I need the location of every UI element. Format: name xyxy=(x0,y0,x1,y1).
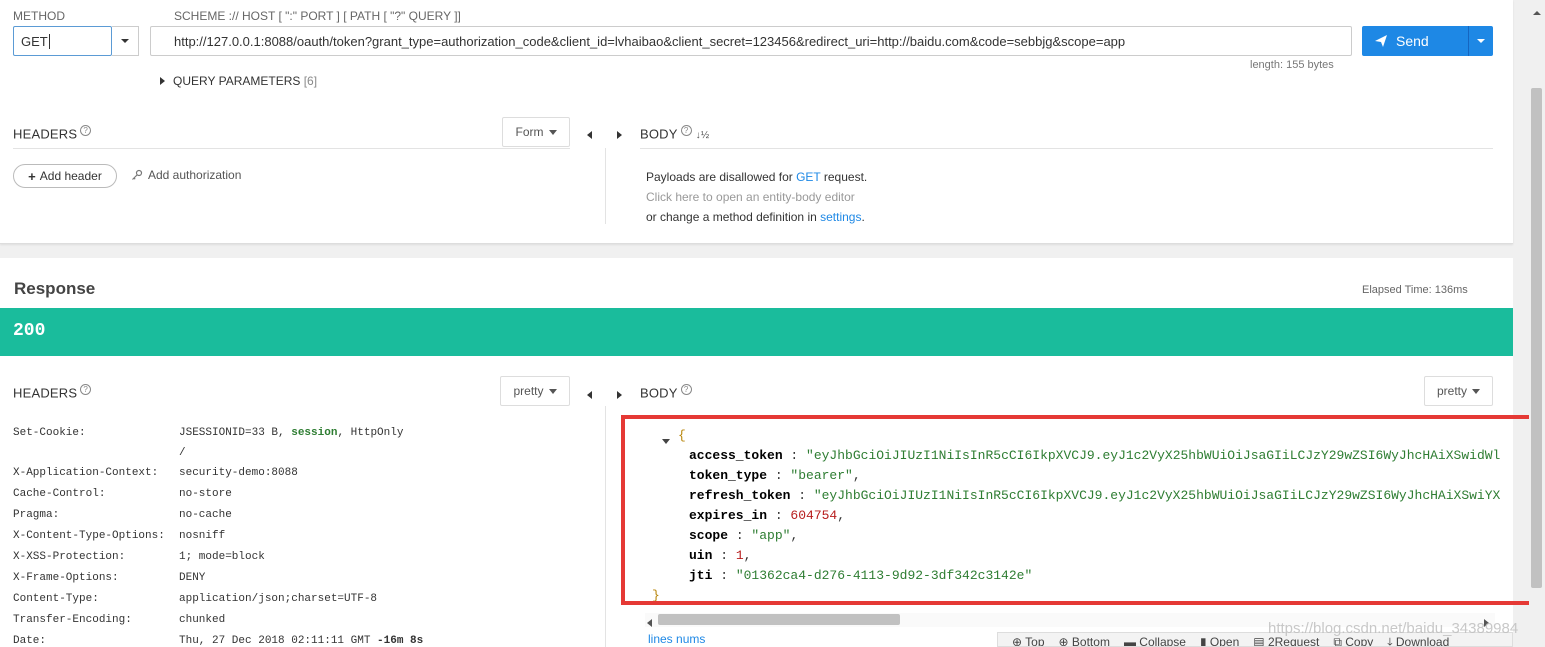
sort-icon[interactable]: ↓½ xyxy=(696,130,710,141)
open-editor-link[interactable]: Click here to open an entity-body editor xyxy=(646,187,867,207)
divider xyxy=(605,406,606,647)
status-code-bar: 200 xyxy=(0,308,1513,356)
url-input[interactable]: http://127.0.0.1:8088/oauth/token?grant_… xyxy=(150,26,1352,56)
header-key: Pragma: xyxy=(13,509,60,521)
settings-link[interactable]: settings xyxy=(820,210,861,224)
key-icon xyxy=(132,169,143,180)
url-length: length: 155 bytes xyxy=(1250,59,1334,71)
add-authorization-link[interactable]: Add authorization xyxy=(131,168,241,182)
toolbar-bottom[interactable]: ⊕ Bottom xyxy=(1059,635,1110,646)
help-icon: ? xyxy=(80,125,92,136)
chevron-down-icon xyxy=(548,388,557,394)
header-value: no-cache xyxy=(179,509,232,521)
chevron-down-icon xyxy=(121,39,129,43)
response-body-title: BODY? xyxy=(640,384,692,400)
header-value: JSESSIONID=33 B, session, HttpOnly xyxy=(179,427,404,439)
body-message: Payloads are disallowed for GET request.… xyxy=(646,170,868,224)
plus-icon: + xyxy=(28,168,36,184)
toolbar-collapse[interactable]: ▬ Collapse xyxy=(1124,635,1186,646)
form-label: Form xyxy=(515,125,544,139)
form-dropdown[interactable]: Form xyxy=(502,117,570,147)
header-key: Set-Cookie: xyxy=(13,427,86,439)
divider xyxy=(13,148,570,149)
toolbar-open[interactable]: ▮ Open xyxy=(1200,635,1239,646)
method-link[interactable]: GET xyxy=(796,170,820,184)
header-value: 1; mode=block xyxy=(179,551,265,563)
body-pretty-dropdown[interactable]: pretty xyxy=(1424,376,1493,406)
caret-right-icon xyxy=(160,77,165,85)
header-key: X-Content-Type-Options: xyxy=(13,530,165,542)
expand-right-icon[interactable] xyxy=(617,388,622,402)
request-headers-title: HEADERS? xyxy=(13,125,92,141)
chevron-down-icon xyxy=(1477,39,1485,43)
chevron-down-icon xyxy=(548,129,557,135)
request-panel: METHOD SCHEME :// HOST [ ":" PORT ] [ PA… xyxy=(0,0,1513,244)
method-label: METHOD xyxy=(13,9,65,23)
header-key: Content-Type: xyxy=(13,593,99,605)
watermark: https://blog.csdn.net/baidu_34389984 xyxy=(1268,620,1519,637)
help-icon: ? xyxy=(680,125,692,136)
response-title: Response xyxy=(14,279,96,298)
header-key: Date: xyxy=(13,635,47,647)
horizontal-scroll-thumb[interactable] xyxy=(658,614,900,625)
header-value: chunked xyxy=(179,614,226,626)
divider xyxy=(605,148,606,224)
send-dropdown-button[interactable] xyxy=(1468,26,1493,56)
scroll-up-icon[interactable] xyxy=(1533,4,1541,18)
header-value: DENY xyxy=(179,572,206,584)
send-button[interactable]: Send xyxy=(1362,26,1468,56)
header-value: application/json;charset=UTF-8 xyxy=(179,593,378,605)
header-key: Transfer-Encoding: xyxy=(13,614,132,626)
query-parameters-label: QUERY PARAMETERS xyxy=(173,74,301,88)
scroll-left-icon[interactable] xyxy=(647,616,652,630)
divider xyxy=(640,148,1493,149)
method-input[interactable]: GET xyxy=(13,26,112,56)
header-key: Cache-Control: xyxy=(13,488,106,500)
response-panel: Response Elapsed Time: 136ms 200 HEADERS… xyxy=(0,258,1538,647)
help-icon: ? xyxy=(80,384,92,395)
collapse-left-icon[interactable] xyxy=(587,128,592,142)
query-parameters-toggle[interactable]: QUERY PARAMETERS [6] xyxy=(160,74,317,88)
header-value: nosniff xyxy=(179,530,226,542)
header-key: X-Frame-Options: xyxy=(13,572,119,584)
header-key: X-XSS-Protection: xyxy=(13,551,126,563)
highlight-box xyxy=(621,415,1538,605)
add-header-button[interactable]: + Add header xyxy=(13,164,117,188)
lines-nums-link[interactable]: lines nums xyxy=(648,632,705,646)
method-dropdown-button[interactable] xyxy=(112,26,139,56)
headers-pretty-dropdown[interactable]: pretty xyxy=(500,376,570,406)
header-value: / xyxy=(179,447,186,459)
toolbar-top[interactable]: ⊕ Top xyxy=(1012,635,1045,646)
header-value: security-demo:8088 xyxy=(179,467,298,479)
chevron-down-icon xyxy=(1472,388,1480,394)
paper-plane-icon xyxy=(1375,35,1387,47)
help-icon: ? xyxy=(680,384,692,395)
header-value: Thu, 27 Dec 2018 02:11:11 GMT -16m 8s xyxy=(179,635,424,647)
expand-right-icon[interactable] xyxy=(617,128,622,142)
request-body-title: BODY? ↓½ xyxy=(640,125,710,142)
elapsed-time: Elapsed Time: 136ms xyxy=(1362,284,1468,296)
header-key: X-Application-Context: xyxy=(13,467,159,479)
query-parameters-count: [6] xyxy=(303,74,318,88)
header-value: no-store xyxy=(179,488,232,500)
method-value: GET xyxy=(21,34,48,49)
send-label: Send xyxy=(1396,33,1429,49)
scheme-label: SCHEME :// HOST [ ":" PORT ] [ PATH [ "?… xyxy=(174,9,461,23)
vertical-scroll-thumb[interactable] xyxy=(1531,88,1542,588)
response-headers-title: HEADERS? xyxy=(13,384,92,400)
collapse-left-icon[interactable] xyxy=(587,388,592,402)
